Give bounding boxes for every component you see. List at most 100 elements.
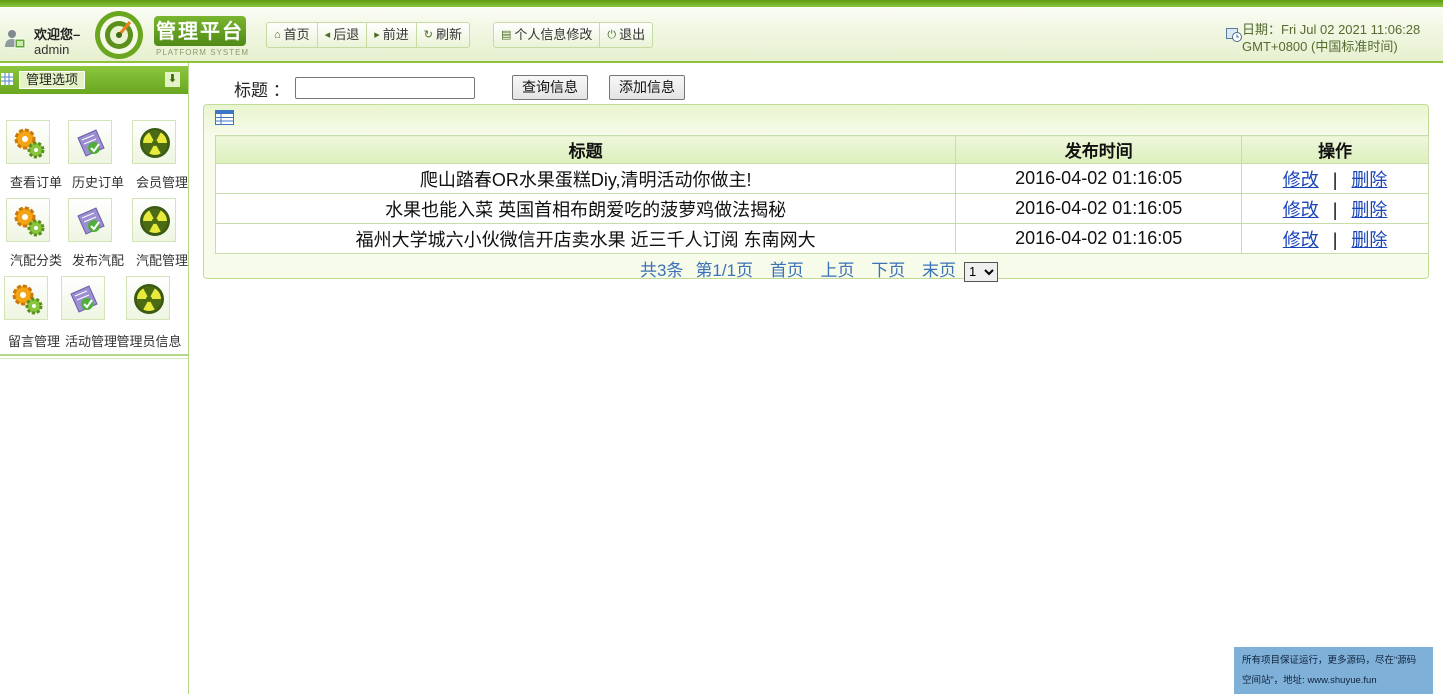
sidebar-item-view-orders[interactable]: 查看订单	[6, 120, 66, 196]
pager-first-link[interactable]: 首页	[770, 261, 804, 280]
delete-link[interactable]: 删除	[1351, 170, 1387, 190]
delete-link[interactable]: 删除	[1351, 230, 1387, 250]
cell-actions: 修改 | 删除	[1241, 163, 1429, 194]
power-icon: ⏻	[607, 29, 617, 41]
sidebar-item-label: 管理员信息	[116, 334, 182, 349]
sidebar-item-publish-parts[interactable]: 发布汽配	[68, 198, 128, 274]
profile-edit-label: 个人信息修改	[514, 27, 593, 42]
nav-home-label: 首页	[283, 27, 310, 42]
sidebar-divider	[0, 358, 188, 359]
radiation-icon	[132, 120, 176, 164]
radiation-icon	[132, 198, 176, 242]
nav-home-button[interactable]: ⌂ 首页	[267, 23, 318, 47]
nav-forward-label: 前进	[382, 27, 409, 42]
logo: 管理平台 PLATFORM SYSTEM	[84, 6, 264, 62]
nav-back-label: 后退	[333, 27, 360, 42]
sidebar-header: 管理选项 ⬇	[0, 66, 188, 94]
sidebar-item-activity-manage[interactable]: 活动管理	[61, 276, 121, 352]
page-select[interactable]: 1	[964, 261, 999, 282]
table-icon	[215, 110, 234, 125]
sidebar-item-history-orders[interactable]: 历史订单	[68, 120, 128, 196]
cell-actions: 修改 | 删除	[1241, 193, 1429, 224]
action-separator: |	[1332, 199, 1338, 220]
edit-paper-icon	[68, 198, 112, 242]
table-row: 爬山踏春OR水果蛋糕Diy,清明活动你做主! 2016-04-02 01:16:…	[214, 163, 1429, 194]
nav-back-button[interactable]: ◂ 后退	[318, 23, 368, 47]
delete-link[interactable]: 删除	[1351, 200, 1387, 220]
sidebar: 管理选项 ⬇ 查看订单 历史订单 会员管理 汽配分类 发布汽配 汽配管理 留言管…	[0, 63, 189, 694]
column-header-time: 发布时间	[955, 135, 1243, 164]
collapse-down-icon[interactable]: ⬇	[165, 72, 180, 87]
cell-title: 水果也能入菜 英国首相布朗爱吃的菠萝鸡做法揭秘	[214, 193, 957, 224]
table-row: 福州大学城六小伙微信开店卖水果 近三千人订阅 东南网大 2016-04-02 0…	[214, 223, 1429, 254]
refresh-icon: ↻	[423, 29, 433, 41]
gears-icon	[6, 120, 50, 164]
pager-page: 第1/1页	[695, 261, 754, 280]
info-table: 标题 发布时间 操作 爬山踏春OR水果蛋糕Diy,清明活动你做主! 2016-0…	[214, 135, 1429, 254]
sidebar-item-admin-info[interactable]: 管理员信息	[116, 276, 186, 352]
sidebar-item-parts-manage[interactable]: 汽配管理	[132, 198, 192, 274]
cell-time: 2016-04-02 01:16:05	[955, 223, 1243, 254]
cell-time: 2016-04-02 01:16:05	[955, 163, 1243, 194]
notice-banner: 所有项目保证运行，更多源码，尽在“源码 空间站”，地址: www.shuyue.…	[1234, 647, 1433, 694]
home-icon: ⌂	[274, 29, 281, 41]
nav-toolbar: ⌂ 首页 ◂ 后退 ▸ 前进 ↻ 刷新	[266, 22, 470, 48]
pager-total: 共3条	[639, 261, 684, 280]
pagination: 共3条 第1/1页 首页 上页 下页 末页 1	[204, 256, 1428, 282]
notice-line-2: 空间站”，地址: www.shuyue.fun	[1242, 675, 1377, 686]
notice-line-1: 所有项目保证运行，更多源码，尽在“源码	[1242, 655, 1417, 666]
sidebar-item-label: 汽配管理	[135, 253, 188, 268]
pager-next-link[interactable]: 下页	[871, 261, 905, 280]
list-panel: 标题 发布时间 操作 爬山踏春OR水果蛋糕Diy,清明活动你做主! 2016-0…	[203, 104, 1429, 282]
sidebar-item-label: 会员管理	[135, 175, 188, 190]
action-separator: |	[1332, 169, 1338, 190]
gears-icon	[4, 276, 48, 320]
profile-edit-button[interactable]: ▤ 个人信息修改	[494, 23, 601, 47]
cell-title: 福州大学城六小伙微信开店卖水果 近三千人订阅 东南网大	[214, 223, 957, 254]
edit-paper-icon	[61, 276, 105, 320]
date-display: 日期：Fri Jul 02 2021 11:06:28 GMT+0800 (中国…	[1226, 18, 1441, 54]
user-toolbar: ▤ 个人信息修改 ⏻ 退出	[493, 22, 654, 48]
cell-actions: 修改 | 删除	[1241, 223, 1429, 254]
edit-link[interactable]: 修改	[1283, 230, 1319, 250]
pager-prev-link[interactable]: 上页	[821, 261, 855, 280]
date-line-2: GMT+0800 (中国标准时间)	[1242, 39, 1398, 54]
edit-paper-icon	[68, 120, 112, 164]
username: admin	[34, 42, 70, 57]
table-header-row: 标题 发布时间 操作	[214, 135, 1429, 164]
edit-link[interactable]: 修改	[1283, 200, 1319, 220]
welcome-text: 欢迎您–	[34, 27, 81, 42]
grid-icon	[1, 73, 13, 85]
sidebar-item-parts-category[interactable]: 汽配分类	[6, 198, 66, 274]
user-icon	[5, 30, 26, 49]
action-separator: |	[1332, 229, 1338, 250]
welcome-area: 欢迎您– admin	[2, 22, 92, 60]
logo-subtitle: PLATFORM SYSTEM	[156, 48, 250, 57]
logout-button[interactable]: ⏻ 退出	[600, 23, 652, 47]
clock-icon	[1226, 28, 1242, 42]
logo-target-icon	[95, 11, 143, 59]
search-label: 标题 ：	[234, 81, 290, 100]
column-header-title: 标题	[214, 135, 957, 164]
gears-icon	[6, 198, 50, 242]
add-button[interactable]: 添加信息	[609, 75, 685, 100]
query-button[interactable]: 查询信息	[512, 75, 588, 100]
logo-title: 管理平台	[154, 16, 246, 46]
nav-refresh-label: 刷新	[435, 27, 462, 42]
sidebar-divider	[0, 354, 188, 356]
column-header-actions: 操作	[1241, 135, 1429, 164]
title-search-input[interactable]	[295, 77, 475, 99]
cell-title: 爬山踏春OR水果蛋糕Diy,清明活动你做主!	[214, 163, 957, 194]
header: 欢迎您– admin 管理平台 PLATFORM SYSTEM ⌂ 首页 ◂ 后…	[0, 0, 1443, 63]
table-row: 水果也能入菜 英国首相布朗爱吃的菠萝鸡做法揭秘 2016-04-02 01:16…	[214, 193, 1429, 224]
cell-time: 2016-04-02 01:16:05	[955, 193, 1243, 224]
nav-refresh-button[interactable]: ↻ 刷新	[417, 23, 469, 47]
document-icon: ▤	[501, 29, 512, 41]
logout-label: 退出	[619, 27, 646, 42]
arrow-right-icon: ▸	[374, 29, 380, 41]
pager-last-link[interactable]: 末页	[922, 261, 956, 280]
sidebar-item-member-manage[interactable]: 会员管理	[132, 120, 192, 196]
arrow-left-icon: ◂	[324, 29, 331, 41]
nav-forward-button[interactable]: ▸ 前进	[367, 23, 417, 47]
edit-link[interactable]: 修改	[1283, 170, 1319, 190]
